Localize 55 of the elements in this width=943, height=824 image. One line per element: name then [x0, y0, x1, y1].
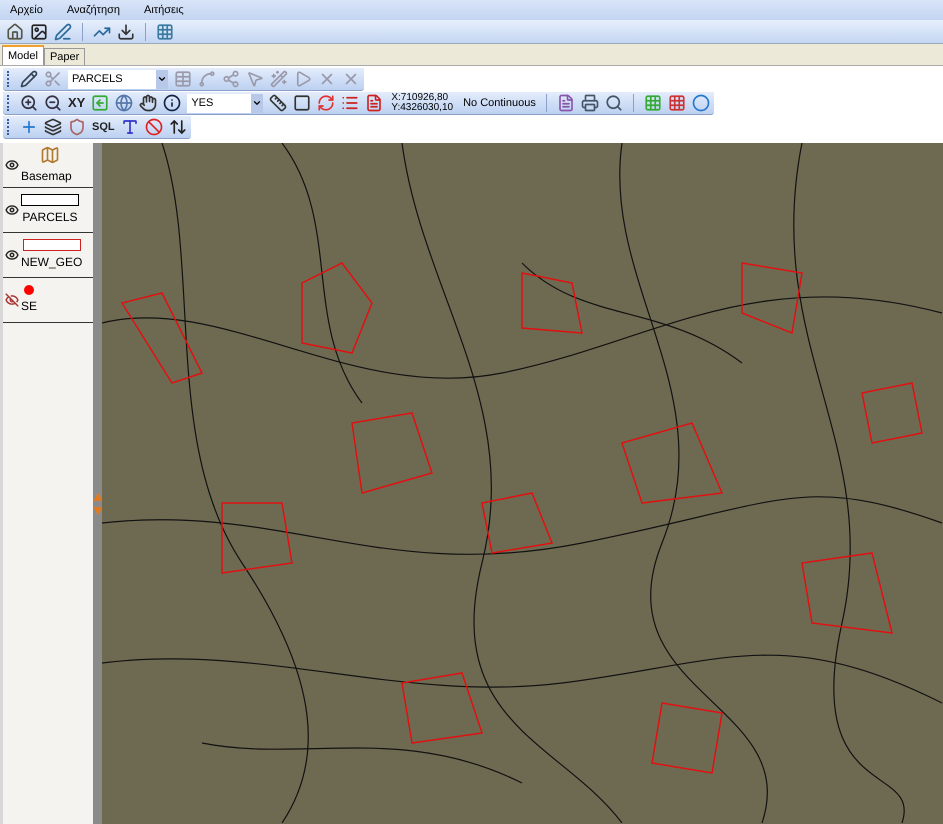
hidden-eye-icon[interactable]: [5, 293, 19, 307]
layer-name: Basemap: [21, 168, 72, 185]
sql-button[interactable]: SQL: [92, 118, 115, 136]
dropdown-caret-icon: [252, 98, 262, 108]
xy-button[interactable]: XY: [68, 93, 86, 113]
shield-icon[interactable]: [68, 118, 86, 136]
layer-name: NEW_GEO: [21, 254, 82, 271]
back-icon[interactable]: [91, 94, 110, 112]
eye-icon[interactable]: [5, 248, 19, 262]
mode-label: No Continuous: [463, 96, 536, 111]
layer-dropdown[interactable]: YES: [187, 94, 264, 112]
menu-item[interactable]: Αναζήτηση: [66, 2, 120, 18]
label-icon[interactable]: [120, 118, 139, 136]
clear-label-icon[interactable]: [144, 118, 163, 136]
menu-item[interactable]: Αιτήσεις: [144, 2, 184, 18]
building-icon[interactable]: [6, 22, 24, 40]
list-icon[interactable]: [341, 94, 360, 112]
layer-name: SE: [21, 298, 38, 315]
layers-icon[interactable]: [44, 118, 62, 136]
pan-icon[interactable]: [139, 94, 158, 112]
globe-icon[interactable]: [115, 94, 134, 112]
frame-icon[interactable]: [293, 94, 312, 112]
map-grid-icon[interactable]: [668, 94, 686, 112]
preview-icon[interactable]: [604, 94, 623, 112]
map-tiles-icon[interactable]: [644, 94, 662, 112]
document-icon[interactable]: [365, 94, 384, 112]
add-layer-icon[interactable]: [20, 118, 38, 136]
tab[interactable]: Paper: [44, 48, 86, 65]
page-icon[interactable]: [556, 94, 575, 112]
printer-icon[interactable]: [580, 94, 599, 112]
layer-item[interactable]: NEW_GEO: [3, 233, 93, 278]
nodes-icon[interactable]: [222, 70, 240, 88]
eye-icon[interactable]: [5, 158, 19, 172]
refresh-icon[interactable]: [317, 94, 336, 112]
layer-item[interactable]: PARCELS: [3, 188, 93, 233]
pencil-icon[interactable]: [20, 70, 38, 88]
sort-icon[interactable]: [168, 118, 187, 136]
circle-icon[interactable]: [692, 94, 710, 112]
download-icon[interactable]: [117, 22, 135, 40]
photo-icon[interactable]: [30, 22, 48, 40]
basemap-icon: [40, 145, 60, 165]
dropdown-caret-icon: [157, 74, 167, 84]
zoom-out-icon[interactable]: [44, 94, 62, 112]
zoom-in-icon[interactable]: [20, 94, 38, 112]
layer-dropdown[interactable]: PARCELS: [68, 70, 168, 88]
eye-icon[interactable]: [5, 203, 19, 217]
coordinate-readout: X:710926,80: [391, 93, 450, 103]
ruler-icon[interactable]: [269, 94, 288, 112]
tab[interactable]: Model: [2, 45, 44, 65]
grid-icon[interactable]: [156, 22, 174, 40]
edit-icon[interactable]: [54, 22, 72, 40]
menu-item[interactable]: Αρχείο: [10, 2, 43, 18]
coordinate-readout: Y:4326030,10: [391, 103, 454, 113]
info-icon[interactable]: [163, 94, 182, 112]
layer-name: PARCELS: [22, 209, 78, 226]
